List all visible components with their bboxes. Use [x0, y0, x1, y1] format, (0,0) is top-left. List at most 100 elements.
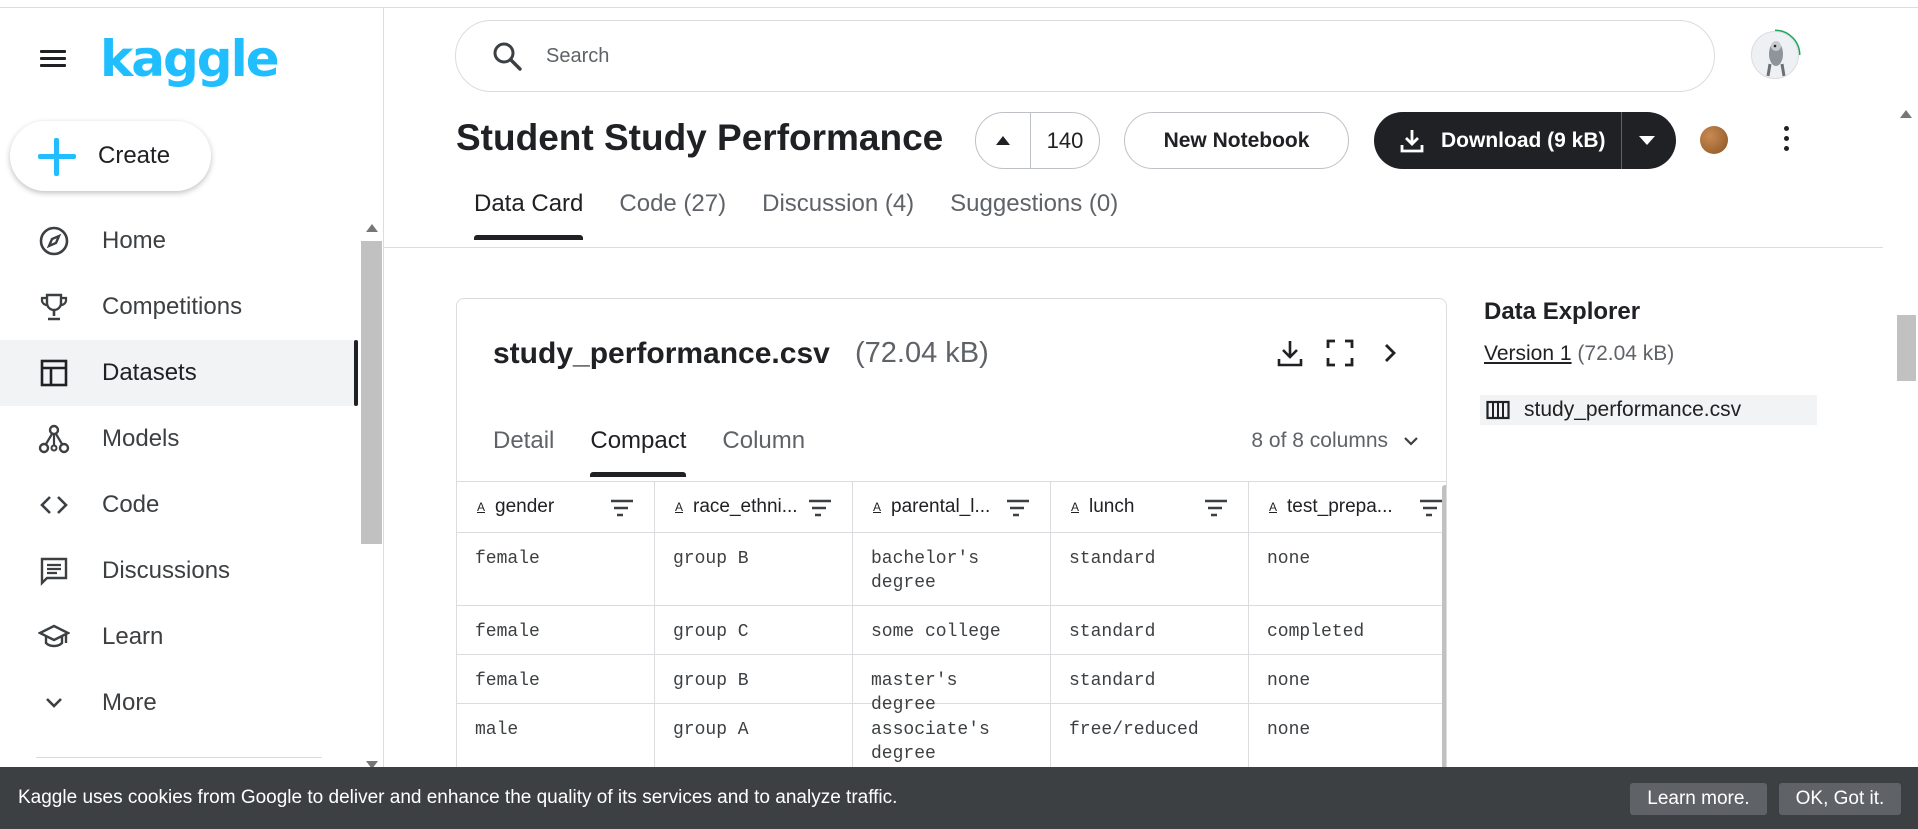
string-type-icon: A	[1269, 500, 1278, 514]
table-cell: male	[457, 704, 655, 776]
sidebar-item-label: More	[102, 689, 157, 716]
table-cell: female	[457, 606, 655, 654]
column-header[interactable]: A lunch	[1051, 482, 1249, 532]
sort-icon[interactable]	[1204, 499, 1228, 517]
column-header[interactable]: A test_prepa...	[1249, 482, 1446, 532]
sidebar-item-label: Datasets	[102, 359, 197, 386]
sort-icon[interactable]	[1419, 499, 1443, 517]
download-dropdown-button[interactable]	[1622, 112, 1676, 169]
download-label: Download (9 kB)	[1441, 128, 1606, 152]
search-bar[interactable]	[455, 20, 1715, 92]
arrow-up-icon	[996, 136, 1010, 145]
tab-data-card[interactable]: Data Card	[456, 190, 601, 240]
page-title: Student Study Performance	[456, 117, 944, 158]
sidebar-item-more[interactable]: More	[0, 670, 358, 736]
scrollbar-thumb[interactable]	[1897, 315, 1916, 381]
column-header[interactable]: A gender	[457, 482, 655, 532]
table-cell: bachelor's degree	[853, 533, 1051, 605]
models-icon	[37, 422, 71, 456]
column-header[interactable]: A race_ethni...	[655, 482, 853, 532]
table-cell: female	[457, 533, 655, 605]
table-cell: standard	[1051, 655, 1249, 703]
trophy-icon	[37, 290, 71, 324]
table-row: female group B bachelor's degree standar…	[457, 533, 1446, 606]
upvote-button[interactable]	[976, 113, 1031, 168]
more-options-icon[interactable]	[1780, 126, 1792, 156]
explorer-file-item[interactable]: study_performance.csv	[1480, 395, 1817, 425]
file-actions	[1274, 337, 1406, 369]
string-type-icon: A	[477, 500, 486, 514]
sort-icon[interactable]	[808, 499, 832, 517]
sort-icon[interactable]	[610, 499, 634, 517]
sidebar-scrollbar[interactable]	[360, 213, 384, 769]
scroll-up-icon[interactable]	[366, 224, 378, 232]
explorer-file-label: study_performance.csv	[1524, 398, 1742, 421]
file-view-tabs: Detail Compact Column	[475, 427, 823, 477]
download-button[interactable]: Download (9 kB)	[1374, 112, 1622, 169]
download-icon[interactable]	[1274, 337, 1306, 369]
sidebar-item-discussions[interactable]: Discussions	[0, 538, 358, 604]
column-header-label: gender	[495, 496, 555, 517]
table-header-row: A gender A race_ethni... A parental_l...…	[457, 481, 1446, 533]
table-row: female group B master's degree standard …	[457, 655, 1446, 715]
compass-icon	[37, 224, 71, 258]
column-selector[interactable]: 8 of 8 columns	[1251, 429, 1420, 453]
avatar[interactable]	[1751, 31, 1799, 79]
table-columns-icon	[1486, 400, 1510, 420]
table-cell: group A	[655, 704, 853, 776]
new-notebook-button[interactable]: New Notebook	[1124, 112, 1349, 169]
search-input[interactable]	[546, 44, 1646, 68]
table-icon	[37, 356, 71, 390]
tab-suggestions[interactable]: Suggestions (0)	[932, 190, 1136, 240]
cookie-text: Kaggle uses cookies from Google to deliv…	[18, 787, 898, 808]
upvote-control: 140	[975, 112, 1100, 169]
menu-icon[interactable]	[38, 46, 68, 76]
version-link[interactable]: Version 1	[1484, 342, 1572, 365]
comments-icon	[37, 554, 71, 588]
page-scrollbar[interactable]	[1894, 108, 1918, 829]
tab-detail[interactable]: Detail	[475, 427, 572, 477]
learn-more-button[interactable]: Learn more.	[1630, 783, 1767, 815]
tab-discussion[interactable]: Discussion (4)	[744, 190, 932, 240]
data-table: A gender A race_ethni... A parental_l...…	[457, 481, 1446, 777]
bronze-medal-icon[interactable]	[1700, 126, 1728, 154]
sort-icon[interactable]	[1006, 499, 1030, 517]
table-cell: completed	[1267, 622, 1365, 642]
sidebar-item-code[interactable]: Code	[0, 472, 358, 538]
string-type-icon: A	[1071, 500, 1080, 514]
scrollbar-thumb[interactable]	[361, 241, 382, 544]
plus-icon	[24, 126, 84, 186]
tab-compact[interactable]: Compact	[572, 427, 704, 477]
sidebar-item-label: Models	[102, 425, 180, 452]
create-button[interactable]: Create	[10, 121, 211, 191]
ok-got-it-button[interactable]: OK, Got it.	[1779, 783, 1901, 815]
data-explorer-title: Data Explorer	[1484, 298, 1641, 325]
sidebar-item-label: Discussions	[102, 557, 231, 584]
fullscreen-icon[interactable]	[1324, 337, 1356, 369]
sidebar-item-datasets[interactable]: Datasets	[0, 340, 358, 406]
chevron-right-icon[interactable]	[1374, 337, 1406, 369]
table-cell: free/reduced	[1051, 704, 1249, 776]
chevron-down-icon	[37, 686, 71, 720]
tab-column[interactable]: Column	[704, 427, 823, 477]
sidebar-item-home[interactable]: Home	[0, 208, 358, 274]
top-strip	[0, 0, 1918, 8]
column-header-label: parental_l...	[891, 496, 991, 517]
search-icon	[493, 42, 522, 71]
table-cell: group C	[655, 606, 853, 654]
table-cell: master's degree	[853, 655, 1051, 715]
scroll-up-icon[interactable]	[1900, 110, 1912, 118]
sidebar-nav: Home Competitions Datasets Models Code D…	[0, 208, 358, 736]
string-type-icon: A	[675, 500, 684, 514]
kaggle-logo[interactable]: kaggle	[100, 30, 280, 88]
sidebar-item-competitions[interactable]: Competitions	[0, 274, 358, 340]
table-cell: standard	[1051, 533, 1249, 605]
tab-code[interactable]: Code (27)	[601, 190, 744, 240]
table-cell: standard	[1051, 606, 1249, 654]
dataset-tabs: Data Card Code (27) Discussion (4) Sugge…	[456, 190, 1136, 240]
sidebar-item-models[interactable]: Models	[0, 406, 358, 472]
column-header[interactable]: A parental_l...	[853, 482, 1051, 532]
sidebar-item-label: Learn	[102, 623, 164, 650]
download-icon	[1400, 129, 1424, 152]
sidebar-item-learn[interactable]: Learn	[0, 604, 358, 670]
